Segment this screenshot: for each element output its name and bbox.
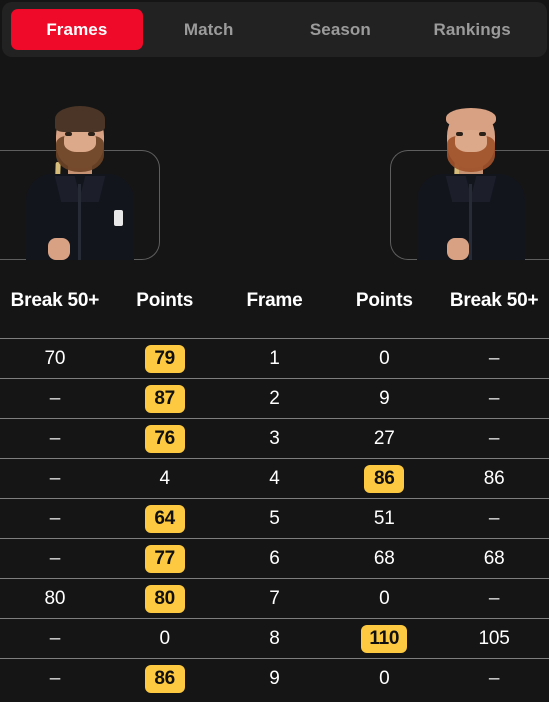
cell-right-break-5: –	[488, 507, 500, 529]
cell-left-points-7: 80	[110, 584, 220, 613]
cell-left-break-1: 70	[44, 347, 66, 369]
left-player-photo	[14, 100, 146, 260]
tab-frames-label: Frames	[46, 19, 108, 39]
cell-frame-5: 5	[269, 507, 280, 529]
tab-rankings-label: Rankings	[433, 19, 511, 39]
cell-frame-9: 9	[269, 667, 280, 689]
cell-left-break-7: 80	[44, 587, 66, 609]
left-player-sponsor-patch	[114, 210, 123, 226]
table-row[interactable]: – 86 9 0 –	[0, 658, 549, 698]
frames-table: Break 50+ Points Frame Points Break 50+ …	[0, 263, 549, 698]
tab-rankings[interactable]: Rankings	[406, 9, 538, 50]
cell-right-points-8: 110	[329, 624, 439, 653]
cell-left-points-5: 64	[110, 504, 220, 533]
cell-left-points-1: 79	[110, 344, 220, 373]
tab-match-label: Match	[183, 19, 234, 39]
table-row[interactable]: 70 79 1 0 –	[0, 338, 549, 378]
cell-left-points-6: 77	[110, 544, 220, 573]
cell-right-break-6: 68	[483, 547, 505, 569]
table-header-row: Break 50+ Points Frame Points Break 50+	[0, 263, 549, 338]
cell-right-break-2: –	[488, 387, 500, 409]
cell-left-break-2: –	[49, 387, 61, 409]
cell-left-break-9: –	[49, 667, 61, 689]
cell-left-points-8: 0	[159, 627, 171, 649]
tab-bar: Frames Match Season Rankings	[2, 2, 547, 57]
cell-right-points-2: 9	[379, 387, 390, 409]
table-row[interactable]: – 87 2 9 –	[0, 378, 549, 418]
cell-left-points-2: 87	[110, 384, 220, 413]
table-row[interactable]: – 4 4 86 86	[0, 458, 549, 498]
table-body: 70 79 1 0– –87 2 9– –76 3 27– –4 4 86 86–64 5 51– –77 6 68…	[0, 338, 549, 698]
right-player-frame	[390, 108, 549, 260]
tab-match[interactable]: Match	[143, 9, 275, 50]
cell-right-break-9: –	[488, 667, 500, 689]
cell-right-points-4: 86	[329, 464, 439, 493]
table-row[interactable]: – 76 3 27 –	[0, 418, 549, 458]
tab-season-label: Season	[309, 19, 371, 39]
cell-left-points-5-badge: 64	[144, 504, 185, 533]
cell-right-break-4: 86	[483, 467, 505, 489]
cell-frame-7: 7	[269, 587, 280, 609]
cell-left-points-9-badge: 86	[144, 664, 185, 693]
cell-right-break-3: –	[488, 427, 500, 449]
table-row[interactable]: – 77 6 68 68	[0, 538, 549, 578]
right-player-photo	[405, 100, 537, 260]
cell-frame-2: 2	[269, 387, 280, 409]
cell-left-points-7-badge: 80	[144, 584, 185, 613]
cell-frame-8: 8	[269, 627, 280, 649]
tab-season[interactable]: Season	[275, 9, 407, 50]
cell-left-break-8: –	[49, 627, 61, 649]
cell-frame-1: 1	[269, 347, 280, 369]
table-row[interactable]: 80 80 7 0 –	[0, 578, 549, 618]
table-row[interactable]: – 64 5 51 –	[0, 498, 549, 538]
header-right-points: Points	[355, 289, 413, 311]
cell-left-points-1-badge: 79	[144, 344, 185, 373]
cell-right-points-1: 0	[379, 347, 390, 369]
header-frame: Frame	[246, 289, 303, 311]
cell-frame-3: 3	[269, 427, 280, 449]
cell-left-points-2-badge: 87	[144, 384, 185, 413]
cell-right-points-3: 27	[373, 427, 395, 449]
cell-right-points-5: 51	[373, 507, 395, 529]
header-left-points: Points	[136, 289, 194, 311]
cell-left-points-9: 86	[110, 664, 220, 693]
cell-left-break-5: –	[49, 507, 61, 529]
cell-right-points-8-badge: 110	[361, 624, 408, 653]
cell-left-points-3-badge: 76	[144, 424, 185, 453]
table-row[interactable]: – 0 8 110 105	[0, 618, 549, 658]
cell-right-break-8: 105	[478, 627, 510, 649]
tab-frames[interactable]: Frames	[11, 9, 143, 50]
header-right-break: Break 50+	[449, 289, 539, 311]
cell-right-points-7: 0	[379, 587, 390, 609]
cell-frame-6: 6	[269, 547, 280, 569]
cell-left-break-6: –	[49, 547, 61, 569]
cell-left-points-6-badge: 77	[144, 544, 185, 573]
cell-left-points-4: 4	[159, 467, 171, 489]
cell-right-break-7: –	[488, 587, 500, 609]
cell-right-points-4-badge: 86	[364, 464, 405, 493]
cell-right-points-6: 68	[373, 547, 395, 569]
cell-left-break-3: –	[49, 427, 61, 449]
cell-left-points-3: 76	[110, 424, 220, 453]
header-left-break: Break 50+	[10, 289, 100, 311]
cell-right-points-9: 0	[379, 667, 390, 689]
cell-frame-4: 4	[269, 467, 280, 489]
cell-right-break-1: –	[488, 347, 500, 369]
players-section	[0, 57, 549, 263]
cell-left-break-4: –	[49, 467, 61, 489]
left-player-frame	[0, 106, 160, 260]
